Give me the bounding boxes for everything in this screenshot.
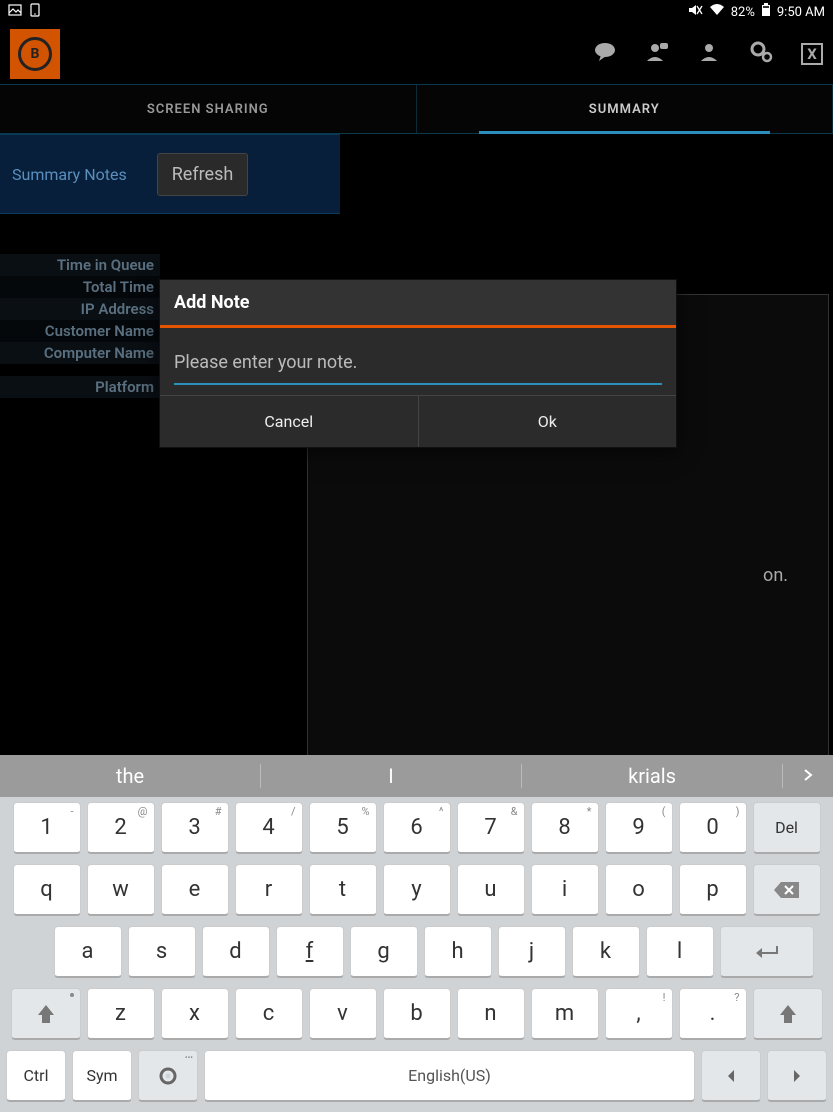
key-a[interactable]: a xyxy=(54,926,122,978)
key-k[interactable]: k xyxy=(572,926,640,978)
ok-button[interactable]: Ok xyxy=(419,396,677,447)
tabs: SCREEN SHARING SUMMARY xyxy=(0,84,833,134)
key-z[interactable]: z xyxy=(87,988,155,1040)
tab-summary[interactable]: SUMMARY xyxy=(417,85,833,133)
person-badge-icon[interactable] xyxy=(645,41,669,68)
battery-percent: 82% xyxy=(731,5,755,20)
suggestion-1[interactable]: the xyxy=(0,764,261,788)
label-ip-address: IP Address xyxy=(81,300,154,318)
tab-screen-sharing[interactable]: SCREEN SHARING xyxy=(0,85,417,133)
key-o[interactable]: o xyxy=(605,864,673,916)
refresh-button[interactable]: Refresh xyxy=(157,153,249,196)
key-u[interactable]: u xyxy=(457,864,525,916)
wifi-icon xyxy=(709,3,725,21)
key-0[interactable]: 0) xyxy=(679,802,747,854)
suggestion-bar: the I krials xyxy=(0,755,833,797)
key-del[interactable]: Del xyxy=(753,802,821,854)
key-7[interactable]: 7& xyxy=(457,802,525,854)
key-s[interactable]: s xyxy=(128,926,196,978)
label-customer-name: Customer Name xyxy=(45,322,154,340)
key-g[interactable]: g xyxy=(350,926,418,978)
key-5[interactable]: 5% xyxy=(309,802,377,854)
summary-notes-bar: Summary Notes Refresh xyxy=(0,134,340,214)
key-ctrl[interactable]: Ctrl xyxy=(6,1050,66,1102)
key-sym[interactable]: Sym xyxy=(72,1050,132,1102)
suggestion-expand-icon[interactable] xyxy=(783,766,833,787)
suggestion-2[interactable]: I xyxy=(261,764,522,788)
app-logo[interactable]: B xyxy=(10,29,60,79)
key-right[interactable] xyxy=(767,1050,827,1102)
key-q[interactable]: q xyxy=(13,864,81,916)
label-platform: Platform xyxy=(95,378,154,396)
key-enter[interactable] xyxy=(720,926,814,978)
key-comma[interactable]: ,! xyxy=(605,988,673,1040)
chat-icon[interactable] xyxy=(593,41,617,68)
key-d[interactable]: d xyxy=(202,926,270,978)
key-space[interactable]: English(US) xyxy=(204,1050,695,1102)
close-button[interactable]: X xyxy=(801,43,823,65)
key-p[interactable]: p xyxy=(679,864,747,916)
note-input[interactable] xyxy=(174,348,662,385)
add-note-modal: Add Note Cancel Ok xyxy=(159,279,677,448)
key-y[interactable]: y xyxy=(383,864,451,916)
key-3[interactable]: 3# xyxy=(161,802,229,854)
key-i[interactable]: i xyxy=(531,864,599,916)
settings-icon[interactable] xyxy=(749,41,773,68)
summary-notes-label: Summary Notes xyxy=(12,165,127,184)
notes-panel-text: on. xyxy=(763,565,788,586)
key-w[interactable]: w xyxy=(87,864,155,916)
key-x[interactable]: x xyxy=(161,988,229,1040)
key-l[interactable]: l xyxy=(646,926,714,978)
key-shift-right[interactable] xyxy=(753,988,823,1040)
battery-icon xyxy=(761,3,771,21)
suggestion-3[interactable]: krials xyxy=(522,764,783,788)
app-header: B X xyxy=(0,24,833,84)
key-r[interactable]: r xyxy=(235,864,303,916)
mute-icon xyxy=(687,3,703,21)
key-t[interactable]: t xyxy=(309,864,377,916)
session-details: Time in Queue Total Time IP Address Cust… xyxy=(0,254,160,398)
image-icon xyxy=(8,3,22,21)
key-9[interactable]: 9( xyxy=(605,802,673,854)
key-c[interactable]: c xyxy=(235,988,303,1040)
key-v[interactable]: v xyxy=(309,988,377,1040)
key-f[interactable]: f xyxy=(276,926,344,978)
device-icon xyxy=(28,3,42,21)
key-left[interactable] xyxy=(701,1050,761,1102)
key-8[interactable]: 8* xyxy=(531,802,599,854)
key-1[interactable]: 1- xyxy=(13,802,81,854)
key-n[interactable]: n xyxy=(457,988,525,1040)
key-m[interactable]: m xyxy=(531,988,599,1040)
cancel-button[interactable]: Cancel xyxy=(160,396,419,447)
key-j[interactable]: j xyxy=(498,926,566,978)
keyboard: the I krials 1-2@3#4/5%6^7&8*9(0)Del qwe… xyxy=(0,755,833,1112)
clock-time: 9:50 AM xyxy=(777,5,825,20)
status-bar: 82% 9:50 AM xyxy=(0,0,833,24)
key-b[interactable]: b xyxy=(383,988,451,1040)
key-6[interactable]: 6^ xyxy=(383,802,451,854)
label-total-time: Total Time xyxy=(83,278,154,296)
key-backspace[interactable] xyxy=(753,864,821,916)
person-icon[interactable] xyxy=(697,41,721,68)
label-time-in-queue: Time in Queue xyxy=(57,256,154,274)
modal-title: Add Note xyxy=(160,280,676,328)
key-settings[interactable]: ••• xyxy=(138,1050,198,1102)
key-e[interactable]: e xyxy=(161,864,229,916)
key-period[interactable]: .? xyxy=(679,988,747,1040)
key-h[interactable]: h xyxy=(424,926,492,978)
key-4[interactable]: 4/ xyxy=(235,802,303,854)
label-computer-name: Computer Name xyxy=(44,344,154,362)
key-shift-left[interactable] xyxy=(11,988,81,1040)
key-2[interactable]: 2@ xyxy=(87,802,155,854)
